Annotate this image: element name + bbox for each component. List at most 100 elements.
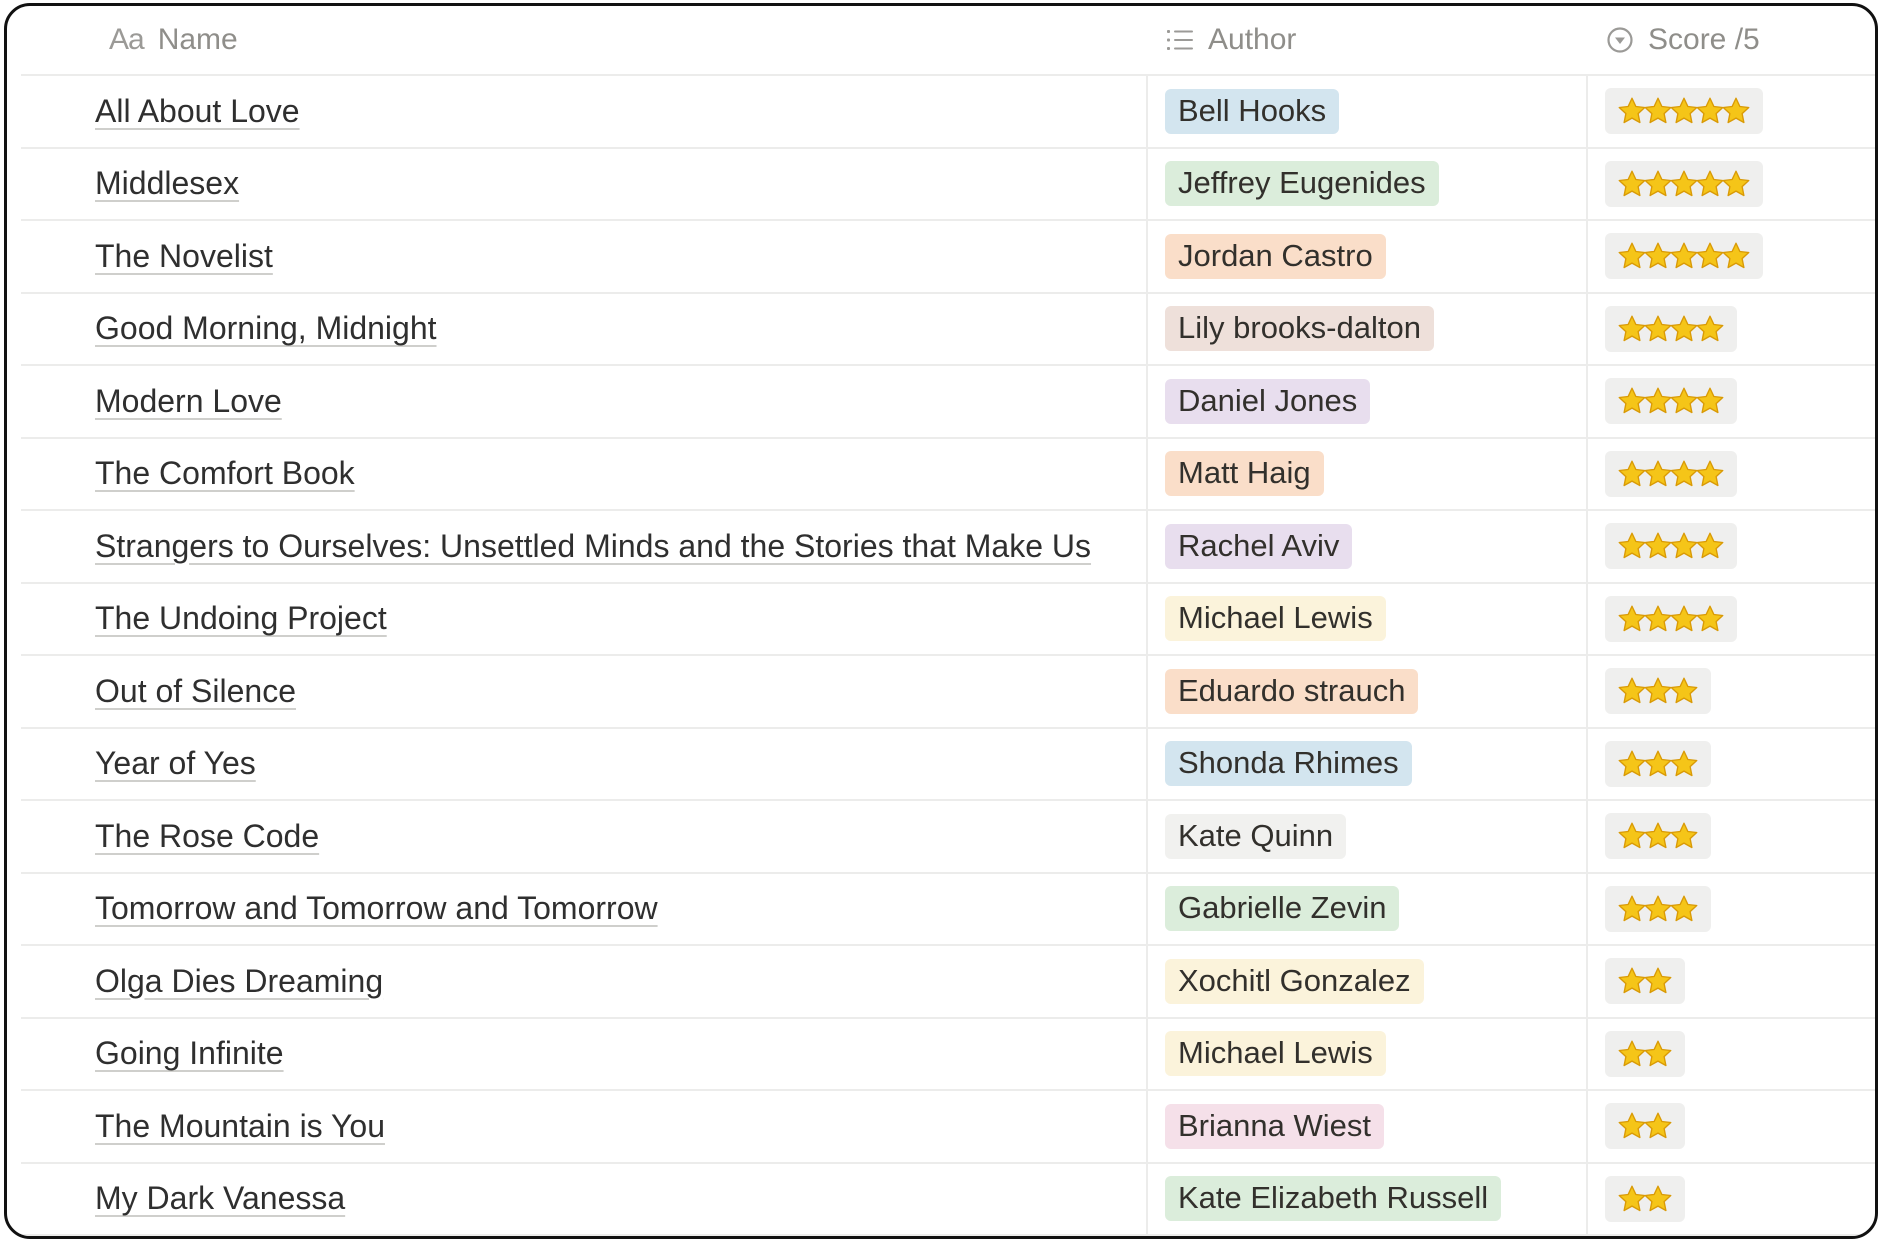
- table-row[interactable]: Year of Yes Shonda Rhimes: [21, 728, 1875, 801]
- table-row[interactable]: Out of Silence Eduardo strauch: [21, 656, 1875, 729]
- author-cell[interactable]: Xochitl Gonzalez: [1148, 946, 1588, 1017]
- author-tag: Xochitl Gonzalez: [1165, 958, 1424, 1004]
- name-cell[interactable]: All About Love: [21, 76, 1148, 147]
- score-cell[interactable]: [1588, 149, 1763, 220]
- author-cell[interactable]: Daniel Jones: [1148, 366, 1588, 437]
- table-body: All About Love Bell Hooks Middlesex Jeffrey…: [21, 76, 1875, 1236]
- author-cell[interactable]: Lily brooks-dalton: [1148, 293, 1588, 364]
- name-cell[interactable]: Modern Love: [21, 366, 1148, 437]
- author-cell[interactable]: Jordan Castro: [1148, 221, 1588, 292]
- author-cell[interactable]: Jeffrey Eugenides: [1148, 148, 1588, 219]
- score-cell[interactable]: [1588, 946, 1685, 1017]
- name-cell[interactable]: The Undoing Project: [21, 583, 1148, 654]
- score-cell[interactable]: [1588, 1164, 1685, 1235]
- table-row[interactable]: Good Morning, Midnight Lily brooks-dalton: [21, 293, 1875, 366]
- book-title-link[interactable]: Out of Silence: [95, 673, 296, 710]
- name-cell[interactable]: The Comfort Book: [21, 438, 1148, 509]
- name-cell[interactable]: Strangers to Ourselves: Unsettled Minds …: [21, 511, 1148, 582]
- star-icon: [1669, 749, 1699, 779]
- score-cell[interactable]: [1588, 366, 1737, 437]
- book-title-link[interactable]: All About Love: [95, 93, 300, 130]
- column-header-author[interactable]: Author: [1148, 6, 1588, 74]
- book-title-link[interactable]: Middlesex: [95, 165, 239, 202]
- book-title-link[interactable]: Strangers to Ourselves: Unsettled Minds …: [95, 528, 1091, 565]
- name-cell[interactable]: Good Morning, Midnight: [21, 293, 1148, 364]
- name-cell[interactable]: Year of Yes: [21, 728, 1148, 799]
- book-title-link[interactable]: The Novelist: [95, 238, 273, 275]
- name-cell[interactable]: Tomorrow and Tomorrow and Tomorrow: [21, 873, 1148, 944]
- score-cell[interactable]: [1588, 76, 1763, 147]
- score-cell[interactable]: [1588, 221, 1763, 292]
- author-cell[interactable]: Michael Lewis: [1148, 583, 1588, 654]
- score-cell[interactable]: [1588, 801, 1711, 872]
- name-cell[interactable]: The Novelist: [21, 221, 1148, 292]
- author-cell[interactable]: Rachel Aviv: [1148, 511, 1588, 582]
- name-cell[interactable]: Middlesex: [21, 148, 1148, 219]
- table-row[interactable]: The Comfort Book Matt Haig: [21, 438, 1875, 511]
- author-cell[interactable]: Kate Elizabeth Russell: [1148, 1163, 1588, 1234]
- book-title-link[interactable]: Tomorrow and Tomorrow and Tomorrow: [95, 890, 658, 927]
- star-rating-tag: [1605, 523, 1737, 570]
- table-row[interactable]: Olga Dies Dreaming Xochitl Gonzalez: [21, 946, 1875, 1019]
- author-cell[interactable]: Eduardo strauch: [1148, 656, 1588, 727]
- table-row[interactable]: Strangers to Ourselves: Unsettled Minds …: [21, 511, 1875, 584]
- score-cell[interactable]: [1588, 729, 1711, 800]
- database-window: Aa Name Author Score /5 All About Love B…: [4, 3, 1878, 1239]
- name-cell[interactable]: Going Infinite: [21, 1018, 1148, 1089]
- book-title-link[interactable]: My Dark Vanessa: [95, 1180, 345, 1217]
- author-cell[interactable]: Matt Haig: [1148, 438, 1588, 509]
- author-cell[interactable]: Shonda Rhimes: [1148, 728, 1588, 799]
- author-cell[interactable]: Bell Hooks: [1148, 76, 1588, 147]
- table-row[interactable]: All About Love Bell Hooks: [21, 76, 1875, 149]
- author-tag: Daniel Jones: [1165, 378, 1371, 424]
- book-title-link[interactable]: Going Infinite: [95, 1035, 284, 1072]
- score-cell[interactable]: [1588, 874, 1711, 945]
- name-cell[interactable]: The Rose Code: [21, 801, 1148, 872]
- column-header-score[interactable]: Score /5: [1588, 6, 1760, 74]
- book-title-link[interactable]: Good Morning, Midnight: [95, 310, 437, 347]
- table-row[interactable]: The Novelist Jordan Castro: [21, 221, 1875, 294]
- table-header: Aa Name Author Score /5: [21, 6, 1875, 76]
- name-cell[interactable]: Out of Silence: [21, 656, 1148, 727]
- table-row[interactable]: The Mountain is You Brianna Wiest: [21, 1091, 1875, 1164]
- star-rating-tag: [1605, 305, 1737, 352]
- book-title-link[interactable]: The Comfort Book: [95, 455, 355, 492]
- score-cell[interactable]: [1588, 584, 1737, 655]
- book-title-link[interactable]: The Undoing Project: [95, 600, 387, 637]
- author-tag: Brianna Wiest: [1165, 1103, 1384, 1149]
- score-cell[interactable]: [1588, 511, 1737, 582]
- score-cell[interactable]: [1588, 294, 1737, 365]
- book-title-link[interactable]: Olga Dies Dreaming: [95, 963, 383, 1000]
- star-icon: [1695, 314, 1725, 344]
- author-cell[interactable]: Kate Quinn: [1148, 801, 1588, 872]
- table-row[interactable]: My Dark Vanessa Kate Elizabeth Russell: [21, 1163, 1875, 1236]
- book-title-link[interactable]: Modern Love: [95, 383, 282, 420]
- table-row[interactable]: The Rose Code Kate Quinn: [21, 801, 1875, 874]
- name-cell[interactable]: My Dark Vanessa: [21, 1163, 1148, 1234]
- table-row[interactable]: Middlesex Jeffrey Eugenides: [21, 148, 1875, 221]
- author-cell[interactable]: Brianna Wiest: [1148, 1091, 1588, 1162]
- star-icon: [1695, 604, 1725, 634]
- author-tag: Jeffrey Eugenides: [1165, 161, 1439, 207]
- score-cell[interactable]: [1588, 439, 1737, 510]
- book-title-link[interactable]: The Rose Code: [95, 818, 319, 855]
- score-cell[interactable]: [1588, 1019, 1685, 1090]
- book-title-link[interactable]: Year of Yes: [95, 745, 256, 782]
- table-row[interactable]: Modern Love Daniel Jones: [21, 366, 1875, 439]
- score-cell[interactable]: [1588, 656, 1711, 727]
- star-rating-tag: [1605, 450, 1737, 497]
- star-rating-tag: [1605, 958, 1685, 1005]
- name-cell[interactable]: The Mountain is You: [21, 1091, 1148, 1162]
- name-cell[interactable]: Olga Dies Dreaming: [21, 946, 1148, 1017]
- author-tag: Lily brooks-dalton: [1165, 306, 1434, 352]
- star-icon: [1721, 241, 1751, 271]
- score-cell[interactable]: [1588, 1091, 1685, 1162]
- star-rating-tag: [1605, 813, 1711, 860]
- author-cell[interactable]: Gabrielle Zevin: [1148, 873, 1588, 944]
- author-cell[interactable]: Michael Lewis: [1148, 1018, 1588, 1089]
- column-header-name[interactable]: Aa Name: [21, 6, 1148, 74]
- table-row[interactable]: Tomorrow and Tomorrow and Tomorrow Gabrie…: [21, 873, 1875, 946]
- table-row[interactable]: The Undoing Project Michael Lewis: [21, 583, 1875, 656]
- table-row[interactable]: Going Infinite Michael Lewis: [21, 1018, 1875, 1091]
- book-title-link[interactable]: The Mountain is You: [95, 1108, 385, 1145]
